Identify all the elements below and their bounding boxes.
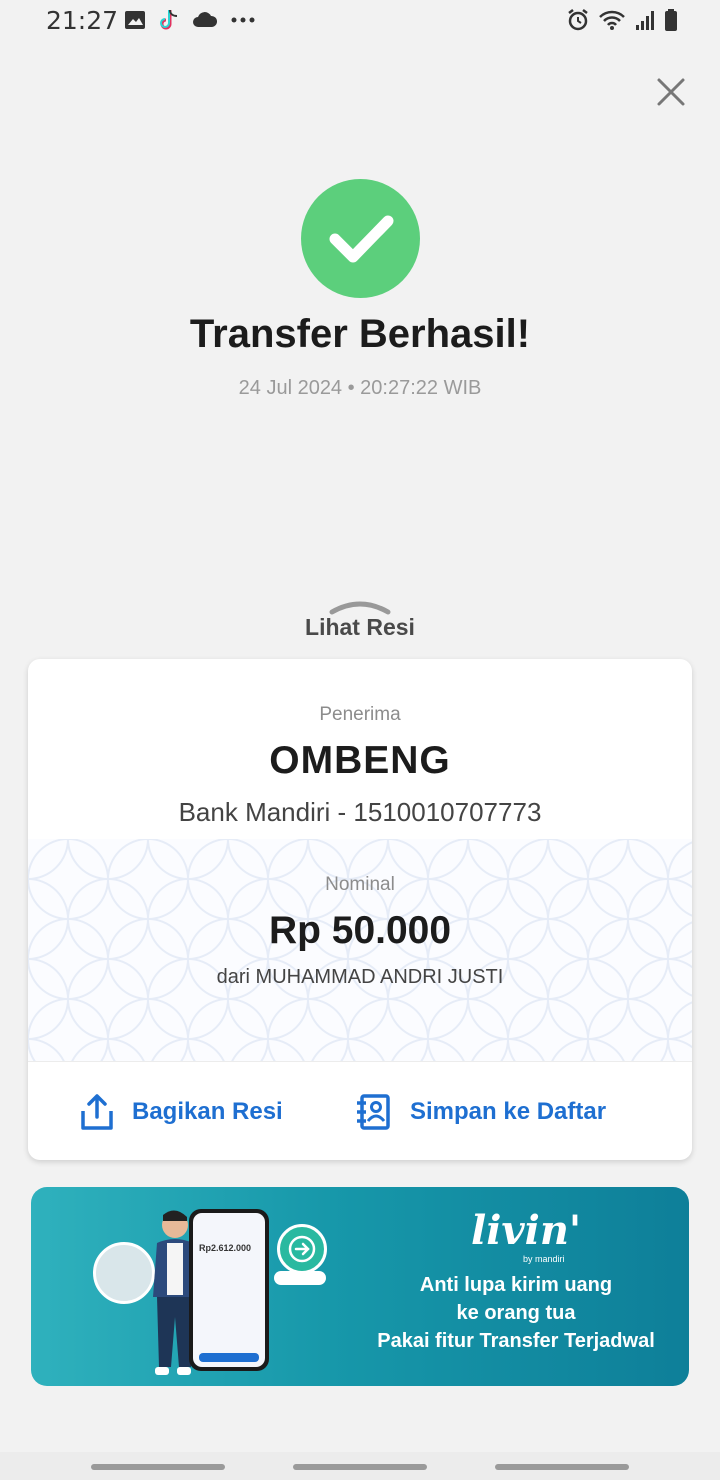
- share-receipt-button[interactable]: Bagikan Resi: [80, 1089, 283, 1135]
- cloud-icon: [193, 12, 218, 27]
- recipient-name: OMBENG: [269, 739, 451, 782]
- receipt-card: Penerima OMBENG Bank Mandiri - 151001070…: [28, 659, 692, 1160]
- promo-float-label: [274, 1271, 326, 1285]
- battery-icon: [665, 9, 677, 31]
- gallery-icon: [125, 11, 145, 29]
- contact-book-icon: [357, 1094, 390, 1130]
- transfer-amount: Rp 50.000: [268, 909, 452, 952]
- share-receipt-label: Bagikan Resi: [132, 1098, 283, 1125]
- status-time: 21:27: [46, 6, 119, 35]
- promo-banner[interactable]: Rp2.612.000 livin' by mandiri Anti lupa …: [31, 1187, 689, 1386]
- promo-line-2: ke orang tua: [456, 1302, 576, 1324]
- promo-line-1: Anti lupa kirim uang: [419, 1274, 613, 1296]
- save-to-list-label: Simpan ke Daftar: [410, 1098, 607, 1125]
- nominal-label: Nominal: [325, 874, 395, 895]
- promo-phone-screen: Rp2.612.000: [193, 1213, 265, 1367]
- page-title: Transfer Berhasil!: [189, 312, 531, 356]
- card-divider: [28, 1061, 692, 1062]
- status-notification-icons: [124, 8, 256, 32]
- save-to-list-button[interactable]: Simpan ke Daftar: [356, 1089, 606, 1135]
- transfer-arrow-icon: [277, 1224, 327, 1274]
- nav-home-button[interactable]: [293, 1464, 427, 1470]
- recipient-label: Penerima: [319, 704, 401, 725]
- success-check-icon: [301, 179, 420, 298]
- share-icon: [81, 1094, 113, 1130]
- alarm-icon: [568, 9, 588, 31]
- promo-phone-mockup: Rp2.612.000: [189, 1209, 269, 1371]
- livin-logo: livin': [471, 1207, 582, 1254]
- chevron-up-icon: [329, 601, 391, 615]
- nav-back-button[interactable]: [495, 1464, 629, 1470]
- system-navigation-bar: [0, 1452, 720, 1480]
- status-system-icons: [566, 8, 678, 32]
- promo-phone-button: [199, 1353, 259, 1362]
- view-receipt-toggle[interactable]: Lihat Resi: [260, 596, 460, 646]
- tiktok-icon: [160, 9, 178, 30]
- promo-phone-amount: Rp2.612.000: [199, 1243, 252, 1253]
- recipient-bank-account: Bank Mandiri - 1510010707773: [178, 797, 542, 827]
- livin-logo-sub: by mandiri: [523, 1254, 565, 1264]
- close-button[interactable]: [652, 73, 690, 111]
- more-icon: [231, 17, 255, 23]
- signal-icon: [636, 11, 654, 30]
- sender-name: dari MUHAMMAD ANDRI JUSTI: [216, 966, 504, 988]
- promo-line-3: Pakai fitur Transfer Terjadwal: [377, 1330, 655, 1352]
- transaction-datetime: 24 Jul 2024 • 20:27:22 WIB: [238, 377, 482, 399]
- status-bar: 21:27: [0, 0, 720, 44]
- promo-text: Anti lupa kirim uang ke orang tua Pakai …: [351, 1271, 681, 1355]
- nav-recents-button[interactable]: [91, 1464, 225, 1470]
- close-icon: [657, 78, 685, 106]
- wifi-icon: [599, 10, 625, 30]
- view-receipt-label: Lihat Resi: [305, 614, 415, 640]
